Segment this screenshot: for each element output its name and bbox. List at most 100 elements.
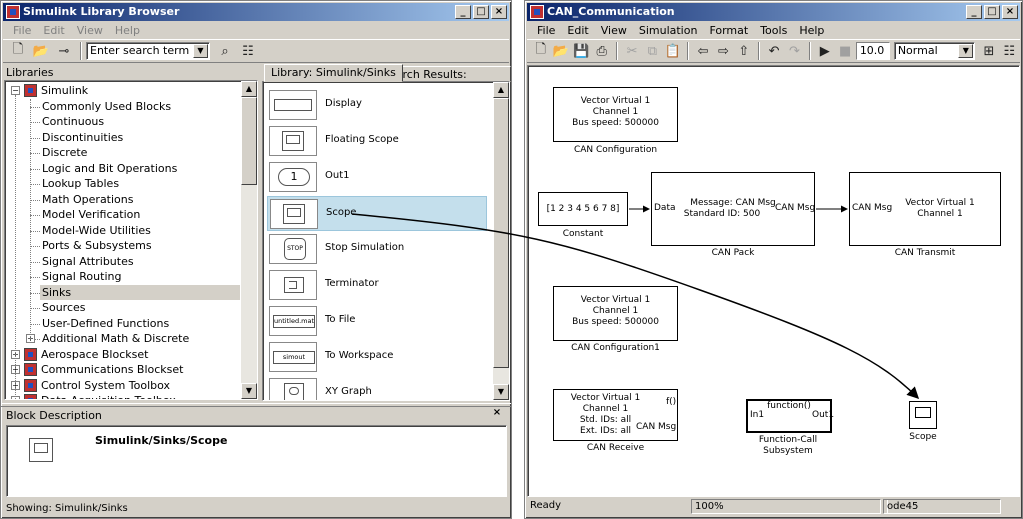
tree-item[interactable]: Data Acquisition Toolbox <box>39 393 239 399</box>
menu-view[interactable]: View <box>595 24 633 37</box>
library-browser-icon[interactable]: ☷ <box>1000 41 1019 61</box>
tree-item[interactable]: Model Verification <box>40 207 240 222</box>
tree-item[interactable]: Model-Wide Utilities <box>40 223 240 238</box>
open-folder-icon[interactable]: 📂 <box>30 41 52 61</box>
can-transmit-label: CAN Transmit <box>894 248 956 258</box>
menu-file[interactable]: File <box>7 24 37 37</box>
scroll-thumb[interactable] <box>241 97 257 185</box>
save-icon[interactable]: 💾 <box>572 41 591 61</box>
scroll-up-icon[interactable]: ▲ <box>493 82 509 98</box>
tree-item[interactable]: Discrete <box>40 145 240 160</box>
tree-item[interactable]: Discontinuities <box>40 130 240 145</box>
block-name: Scope <box>326 207 357 218</box>
menu-edit[interactable]: Edit <box>561 24 594 37</box>
print-icon[interactable]: ⎙ <box>592 41 611 61</box>
block-list-scrollbar[interactable]: ▲ ▼ <box>493 82 509 400</box>
library-block-item[interactable]: XY Graph <box>267 376 487 400</box>
tree-item[interactable]: Aerospace Blockset <box>39 347 239 362</box>
build-icon[interactable]: ⊞ <box>979 41 998 61</box>
library-block-item[interactable]: Display <box>267 88 487 123</box>
library-icon <box>24 347 37 361</box>
tree-scrollbar[interactable]: ▲ ▼ <box>241 81 257 399</box>
scope-block[interactable] <box>909 401 937 429</box>
tree-item[interactable]: Communications Blockset <box>39 362 239 377</box>
minimize-button[interactable]: _ <box>455 5 471 19</box>
menu-edit[interactable]: Edit <box>37 24 70 37</box>
constant-block[interactable]: [1 2 3 4 5 6 7 8] <box>538 192 628 226</box>
mode-dropdown-icon[interactable]: ▼ <box>958 44 974 58</box>
search-dropdown-icon[interactable]: ▼ <box>193 44 208 58</box>
scroll-down-icon[interactable]: ▼ <box>241 383 257 399</box>
search-options-icon[interactable]: ☷ <box>237 41 259 61</box>
up-icon[interactable]: ⇧ <box>734 41 753 61</box>
model-maximize-button[interactable]: □ <box>984 5 1000 19</box>
library-block-item[interactable]: STOP Stop Simulation <box>267 232 487 267</box>
library-block-item[interactable]: untitled.mat To File <box>267 304 487 339</box>
menu-help[interactable]: Help <box>793 24 830 37</box>
tab-library-sinks[interactable]: Library: Simulink/Sinks <box>264 64 403 82</box>
pin-icon[interactable]: ⊸ <box>53 41 75 61</box>
tree-item[interactable]: Sources <box>40 300 240 315</box>
find-binoculars-icon[interactable]: ⌕ <box>214 41 236 61</box>
scroll-thumb[interactable] <box>493 98 509 368</box>
menu-tools[interactable]: Tools <box>754 24 793 37</box>
scroll-up-icon[interactable]: ▲ <box>241 81 257 97</box>
library-block-item[interactable]: simout To Workspace <box>267 340 487 375</box>
start-simulation-icon[interactable]: ▶ <box>815 41 834 61</box>
close-button[interactable]: × <box>491 5 507 19</box>
search-input[interactable]: Enter search term ▼ <box>86 42 210 60</box>
library-block-item[interactable]: Floating Scope <box>267 124 487 159</box>
collapse-icon[interactable]: − <box>11 86 20 95</box>
undo-icon[interactable]: ↶ <box>764 41 783 61</box>
new-model-icon[interactable]: 🗋 <box>7 41 29 61</box>
menu-help[interactable]: Help <box>109 24 146 37</box>
stop-time-field[interactable]: 10.0 <box>855 42 890 60</box>
new-icon[interactable]: 🗋 <box>531 41 550 61</box>
menu-view[interactable]: View <box>71 24 109 37</box>
tree-item-label: Signal Routing <box>42 270 122 283</box>
copy-icon[interactable]: ⧉ <box>643 41 662 61</box>
model-titlebar[interactable]: CAN_Communication _ □ × <box>527 3 1020 21</box>
redo-icon[interactable]: ↷ <box>785 41 804 61</box>
menu-simulation[interactable]: Simulation <box>633 24 704 37</box>
model-canvas[interactable]: Vector Virtual 1 Channel 1 Bus speed: 50… <box>527 65 1020 497</box>
tree-item[interactable]: Control System Toolbox <box>39 378 239 393</box>
library-browser-titlebar[interactable]: Simulink Library Browser _ □ × <box>3 3 509 21</box>
tree-item[interactable]: Lookup Tables <box>40 176 240 191</box>
menu-file[interactable]: File <box>531 24 561 37</box>
open-icon[interactable]: 📂 <box>551 41 570 61</box>
model-minimize-button[interactable]: _ <box>966 5 982 19</box>
paste-icon[interactable]: 📋 <box>663 41 682 61</box>
scroll-down-icon[interactable]: ▼ <box>493 384 509 400</box>
simulation-mode-select[interactable]: Normal ▼ <box>893 42 976 60</box>
tree-item[interactable]: Continuous <box>40 114 240 129</box>
tree-item[interactable]: User-Defined Functions <box>40 316 240 331</box>
pane-splitter[interactable] <box>1 403 511 407</box>
tree-item[interactable]: Signal Routing <box>40 269 240 284</box>
tree-item[interactable]: Simulink <box>39 83 239 98</box>
back-icon[interactable]: ⇦ <box>693 41 712 61</box>
library-block-item[interactable]: Terminator <box>267 268 487 303</box>
tree-item[interactable]: Math Operations <box>40 192 240 207</box>
close-description-button[interactable]: × <box>489 407 505 421</box>
tree-item[interactable]: Ports & Subsystems <box>40 238 240 253</box>
tree-item[interactable]: Sinks <box>40 284 240 300</box>
library-block-item[interactable]: 1 Out1 <box>267 160 487 195</box>
tree-item[interactable]: Signal Attributes <box>40 254 240 269</box>
can-configuration-block[interactable]: Vector Virtual 1 Channel 1 Bus speed: 50… <box>553 87 678 142</box>
forward-icon[interactable]: ⇨ <box>714 41 733 61</box>
model-close-button[interactable]: × <box>1002 5 1018 19</box>
can-configuration1-block[interactable]: Vector Virtual 1 Channel 1 Bus speed: 50… <box>553 286 678 341</box>
maximize-button[interactable]: □ <box>473 5 489 19</box>
libraries-label: Libraries <box>6 66 54 79</box>
tree-item-label: Additional Math & Discrete <box>42 332 190 345</box>
menu-format[interactable]: Format <box>703 24 754 37</box>
library-block-item[interactable]: Scope <box>267 196 487 231</box>
stop-simulation-icon[interactable]: ■ <box>835 41 854 61</box>
can-receive-block[interactable]: Vector Virtual 1 Channel 1 Std. IDs: all… <box>553 389 678 441</box>
tree-item[interactable]: Additional Math & Discrete <box>40 331 240 346</box>
tree-item[interactable]: Logic and Bit Operations <box>40 161 240 176</box>
tree-item[interactable]: Commonly Used Blocks <box>40 99 240 114</box>
cut-icon[interactable]: ✂ <box>622 41 641 61</box>
can-configuration1-label: CAN Configuration1 <box>571 343 660 353</box>
